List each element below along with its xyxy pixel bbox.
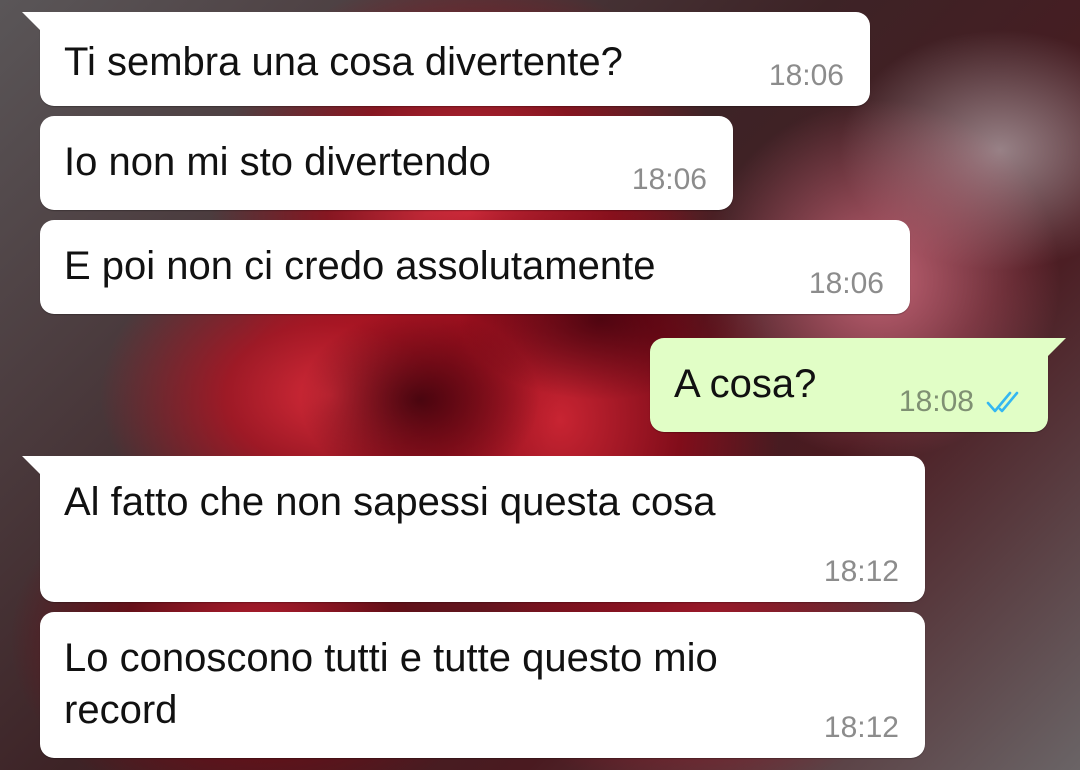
message-text: Lo conoscono tutti e tutte questo mio re…: [64, 636, 718, 732]
message-bubble-incoming[interactable]: E poi non ci credo assolutamente 18:06: [40, 220, 910, 314]
message-bubble-incoming[interactable]: Al fatto che non sapessi questa cosa 18:…: [22, 456, 925, 602]
bubble-tail: [1046, 338, 1066, 358]
message-meta: 18:08: [899, 386, 1026, 418]
message-text: A cosa?: [674, 362, 817, 406]
message-time: 18:12: [823, 555, 899, 588]
message-meta: 18:06: [632, 164, 707, 196]
message-text: E poi non ci credo assolutamente: [64, 244, 656, 288]
bubble-tail: [22, 456, 42, 476]
message-time: 18:12: [823, 711, 899, 744]
message-time: 18:08: [898, 385, 974, 418]
message-time: 18:06: [768, 59, 844, 92]
message-bubble-outgoing[interactable]: A cosa? 18:08: [650, 338, 1066, 432]
message-meta: 18:12: [824, 556, 899, 588]
message-meta: 18:06: [769, 60, 844, 92]
double-check-read-icon: [986, 391, 1019, 413]
message-time: 18:06: [631, 163, 707, 196]
message-text: Ti sembra una cosa divertente?: [64, 40, 623, 84]
message-meta: 18:12: [824, 712, 899, 744]
message-bubble-incoming[interactable]: Lo conoscono tutti e tutte questo mio re…: [40, 612, 925, 758]
message-time: 18:06: [808, 267, 884, 300]
message-bubble-incoming[interactable]: Ti sembra una cosa divertente? 18:06: [22, 12, 870, 106]
bubble-tail: [22, 12, 42, 32]
message-text: Io non mi sto divertendo: [64, 140, 491, 184]
message-bubble-incoming[interactable]: Io non mi sto divertendo 18:06: [40, 116, 733, 210]
message-meta: 18:06: [809, 268, 884, 300]
message-text: Al fatto che non sapessi questa cosa: [64, 480, 716, 524]
